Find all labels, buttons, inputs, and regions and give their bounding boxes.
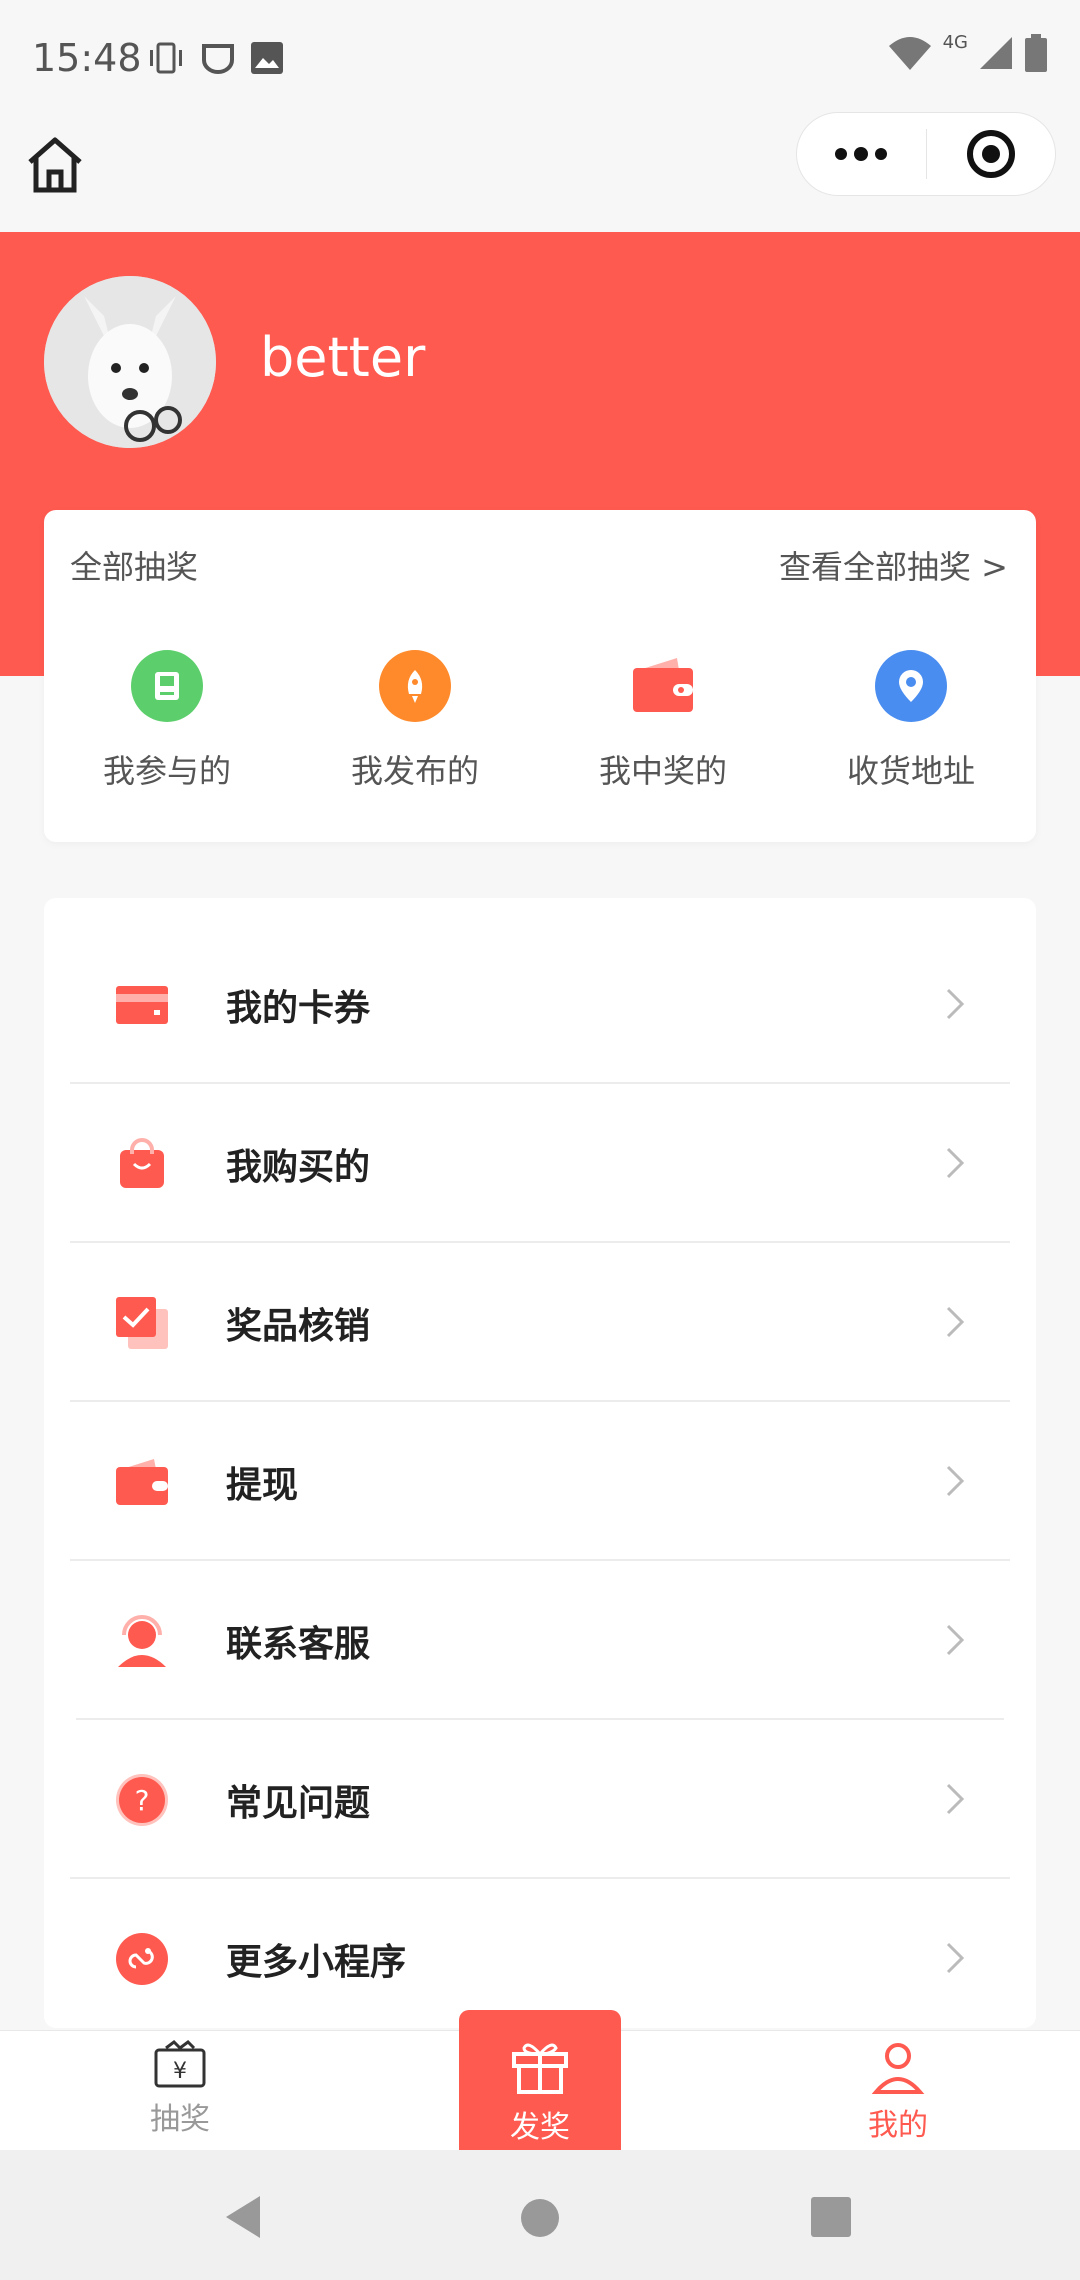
question-icon: ? <box>114 1772 170 1828</box>
menu-item-label: 常见问题 <box>226 1783 371 1824</box>
target-close-icon <box>966 130 1015 178</box>
wifi-icon <box>888 37 931 70</box>
link-icon <box>114 1931 170 1987</box>
chevron-right-icon <box>946 1306 965 1338</box>
chevron-right-icon <box>946 1783 965 1815</box>
quick-item-label: 我发布的 <box>350 752 479 790</box>
menu-item-label: 提现 <box>226 1465 299 1506</box>
menu-item-label: 我购买的 <box>226 1147 371 1188</box>
tab-label: 我的 <box>868 2108 928 2143</box>
username: better <box>260 326 426 389</box>
divider <box>70 1400 1010 1402</box>
lottery-card-title: 全部抽奖 <box>70 548 199 586</box>
menu-item-label: 奖品核销 <box>226 1306 371 1347</box>
avatar-dog-image <box>44 276 216 448</box>
signal-icon <box>980 37 1012 69</box>
status-icons-right: 4G <box>887 31 1048 72</box>
menu-item-faq[interactable]: ? 常见问题 <box>70 1721 1010 1879</box>
network-type: 4G <box>942 31 968 53</box>
notification-icon <box>202 44 234 74</box>
home-icon[interactable] <box>24 134 86 196</box>
status-icons-left <box>146 40 284 76</box>
menu-item-label: 更多小程序 <box>226 1942 407 1983</box>
rocket-icon <box>379 650 451 722</box>
chevron-right-icon <box>946 988 965 1020</box>
chevron-right-icon <box>946 1147 965 1179</box>
quick-item-published[interactable]: 我发布的 <box>305 650 525 800</box>
menu-item-label: 我的卡券 <box>226 988 371 1029</box>
person-icon <box>871 2043 925 2094</box>
quick-item-label: 收货地址 <box>846 752 975 790</box>
quick-item-participated[interactable]: 我参与的 <box>57 650 277 800</box>
quick-item-address[interactable]: 收货地址 <box>801 650 1021 800</box>
card-icon <box>114 977 170 1033</box>
svg-text:¥: ¥ <box>173 2059 187 2084</box>
location-icon <box>875 650 947 722</box>
participated-icon <box>131 650 203 722</box>
view-all-lottery-link[interactable]: 查看全部抽奖 > <box>779 542 1008 588</box>
back-icon[interactable] <box>222 2194 264 2240</box>
chevron-right-icon <box>946 1942 965 1974</box>
image-icon <box>251 42 283 74</box>
battery-icon <box>1025 34 1047 72</box>
tab-label: 抽奖 <box>150 2102 210 2137</box>
menu-item-coupons[interactable]: 我的卡券 <box>70 926 1010 1084</box>
divider <box>70 1241 1010 1243</box>
checkbox-icon <box>114 1295 170 1351</box>
divider <box>70 1082 1010 1084</box>
divider <box>70 1877 1010 1879</box>
quick-item-label: 我参与的 <box>102 752 231 790</box>
tab-mine[interactable]: 我的 <box>798 2040 998 2150</box>
home-circle-icon[interactable] <box>520 2198 560 2238</box>
recents-icon[interactable] <box>810 2196 852 2238</box>
divider <box>76 1718 1004 1720</box>
menu-item-withdraw[interactable]: 提现 <box>70 1403 1010 1561</box>
avatar[interactable] <box>44 276 216 448</box>
more-dots-icon <box>835 147 888 161</box>
customer-service-icon <box>114 1613 170 1669</box>
tab-give-prize[interactable]: 发奖 <box>459 2010 621 2152</box>
capsule-menu <box>796 112 1056 196</box>
tab-lottery[interactable]: ¥ 抽奖 <box>80 2040 280 2150</box>
quick-item-won[interactable]: 我中奖的 <box>553 650 773 800</box>
chevron-right-icon <box>946 1624 965 1656</box>
wallet-icon <box>114 1454 170 1510</box>
close-miniprogram-button[interactable] <box>927 113 1056 195</box>
chevron-right-icon <box>946 1465 965 1497</box>
menu-item-customer-service[interactable]: 联系客服 <box>70 1562 1010 1720</box>
quick-item-label: 我中奖的 <box>598 752 727 790</box>
wallet-icon <box>627 650 699 722</box>
more-button[interactable] <box>797 113 926 195</box>
status-time: 15:48 <box>32 36 142 80</box>
divider <box>70 1559 1010 1561</box>
gift-icon <box>512 2043 568 2094</box>
vibrate-icon <box>150 42 182 74</box>
shopping-bag-icon <box>114 1136 170 1192</box>
menu-item-redeem[interactable]: 奖品核销 <box>70 1244 1010 1402</box>
svg-text:?: ? <box>135 1784 150 1817</box>
yen-box-icon: ¥ <box>154 2040 206 2088</box>
menu-item-label: 联系客服 <box>226 1624 371 1665</box>
menu-item-purchased[interactable]: 我购买的 <box>70 1085 1010 1243</box>
tab-label: 发奖 <box>510 2110 570 2145</box>
